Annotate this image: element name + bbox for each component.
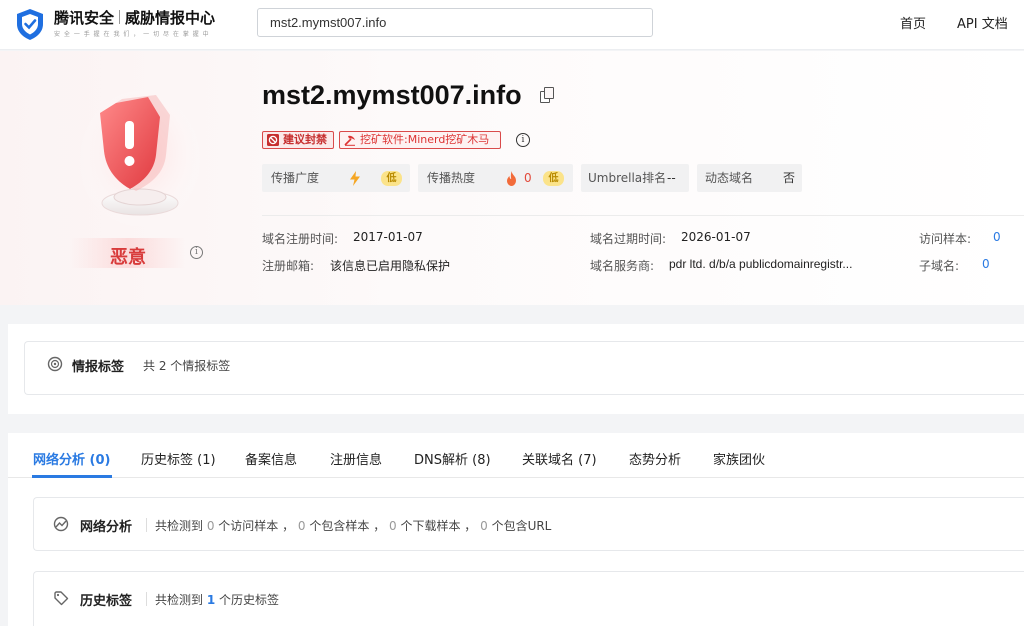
dynamic-domain-value: 否: [783, 171, 796, 185]
expire-time-label: 域名过期时间:: [590, 232, 667, 246]
dynamic-domain-label: 动态域名: [705, 171, 754, 185]
tab-dns-resolution[interactable]: DNS解析 (8): [414, 449, 491, 468]
domain-summary-panel: 恶意 i mst2.mymst007.info 建议封禁 挖矿软件:Minerd…: [0, 51, 1024, 305]
shield-logo-icon: [17, 9, 43, 40]
logo-name: 腾讯安全: [54, 9, 115, 27]
ban-icon: [267, 134, 279, 146]
logo-product: 威胁情报中心: [125, 9, 216, 27]
subdomain-label: 子域名:: [919, 259, 960, 273]
dynamic-domain-metric: 动态域名 否: [697, 164, 802, 192]
network-analysis-title: 网络分析: [80, 520, 133, 535]
visit-sample-label: 访问样本:: [919, 232, 972, 246]
contain-sample-num: 0: [297, 519, 306, 533]
nav-api-docs-link[interactable]: API 文档: [957, 13, 1008, 32]
block-recommend-label: 建议封禁: [283, 133, 327, 146]
history-tags-title: 历史标签: [80, 594, 133, 609]
malicious-shield-icon: [80, 91, 200, 231]
domain-title: mst2.mymst007.info: [262, 80, 522, 110]
umbrella-rank-value: --: [667, 171, 676, 185]
summary-text: 个包含样本 ，: [305, 519, 390, 533]
verdict-label: 恶意: [110, 247, 146, 268]
intel-tags-count: 共 2 个情报标签: [143, 359, 231, 373]
summary-text: 个包含URL: [487, 519, 552, 533]
reg-email-value: 该信息已启用隐私保护: [330, 259, 451, 273]
network-analysis-card: 网络分析 共检测到 0 个访问样本 ， 0 个包含样本 ， 0 个下载样本 ， …: [33, 497, 1024, 551]
flame-icon: [507, 171, 516, 186]
umbrella-rank-metric: Umbrella排名 --: [581, 164, 689, 192]
spread-breadth-metric: 传播广度 低: [262, 164, 410, 192]
tab-trend-analysis[interactable]: 态势分析: [629, 449, 681, 468]
tab-filing-info[interactable]: 备案信息: [245, 449, 297, 468]
summary-text: 个下载样本 ，: [396, 519, 481, 533]
malware-family-tag[interactable]: 挖矿软件:Minerd挖矿木马: [339, 131, 501, 149]
nav-home-link[interactable]: 首页: [900, 13, 926, 32]
tencent-security-logo[interactable]: 腾讯安全 威胁情报中心 安 全 一 手 握 在 我 们 ， 一 切 尽 在 掌 握…: [14, 5, 224, 41]
summary-text: 个历史标签: [215, 593, 280, 607]
mining-icon: [344, 135, 355, 146]
reg-time-value: 2017-01-07: [353, 230, 423, 244]
expire-time-value: 2026-01-07: [681, 230, 751, 244]
heat-level-badge: 低: [543, 171, 564, 186]
summary-text: 共检测到: [155, 519, 207, 533]
tab-registration-info[interactable]: 注册信息: [330, 449, 382, 468]
title-divider: [146, 592, 147, 606]
network-analysis-summary: 共检测到 0 个访问样本 ， 0 个包含样本 ， 0 个下载样本 ， 0 个包含…: [155, 517, 551, 534]
lightning-icon: [350, 171, 360, 186]
search-input[interactable]: mst2.mymst007.info: [257, 8, 653, 37]
copy-icon[interactable]: [540, 87, 555, 103]
spread-heat-metric: 传播热度 0 低: [418, 164, 573, 192]
block-recommend-tag: 建议封禁: [262, 131, 334, 149]
active-tab-indicator: [32, 475, 112, 478]
logo-title: 腾讯安全 威胁情报中心: [54, 7, 215, 28]
spread-heat-label: 传播热度: [427, 171, 476, 185]
history-tags-card: 历史标签 共检测到 1 个历史标签: [33, 571, 1024, 626]
intel-radar-icon: [47, 356, 63, 372]
history-tag-num[interactable]: 1: [207, 593, 215, 607]
registrar-label: 域名服务商:: [590, 259, 655, 273]
subdomain-count[interactable]: 0: [982, 257, 990, 271]
malware-family-label: 挖矿软件:Minerd挖矿木马: [360, 133, 490, 146]
verdict-badge: 恶意: [70, 238, 186, 268]
title-divider: [146, 518, 147, 532]
summary-divider: [262, 215, 1024, 216]
top-header: 腾讯安全 威胁情报中心 安 全 一 手 握 在 我 们 ， 一 切 尽 在 掌 握…: [0, 0, 1024, 50]
summary-text: 共检测到: [155, 593, 207, 607]
heat-count: 0: [524, 171, 532, 185]
history-tags-summary: 共检测到 1 个历史标签: [155, 591, 279, 608]
tab-history-tags[interactable]: 历史标签 (1): [141, 449, 216, 468]
intel-tags-card: 情报标签 共 2 个情报标签: [24, 341, 1024, 395]
logo-separator: [119, 10, 121, 24]
tag-info-icon[interactable]: i: [516, 133, 530, 147]
intel-tags-title: 情报标签: [72, 360, 125, 375]
reg-time-label: 域名注册时间:: [262, 232, 339, 246]
logo-slogan: 安 全 一 手 握 在 我 们 ， 一 切 尽 在 掌 握 中: [54, 31, 210, 38]
spread-breadth-label: 传播广度: [271, 171, 320, 185]
summary-text: 个访问样本 ，: [214, 519, 298, 533]
verdict-info-icon[interactable]: i: [190, 246, 203, 259]
tab-family-gangs[interactable]: 家族团伙: [713, 449, 765, 468]
tab-related-domains[interactable]: 关联域名 (7): [522, 449, 597, 468]
contain-url-num: 0: [480, 519, 488, 533]
visit-sample-count[interactable]: 0: [993, 230, 1001, 244]
network-icon: [53, 516, 69, 532]
umbrella-rank-label: Umbrella排名: [588, 171, 667, 185]
registrar-value: pdr ltd. d/b/a publicdomainregistr...: [669, 257, 853, 271]
spread-level-badge: 低: [381, 171, 402, 186]
analysis-tab-bar: 网络分析 (0) 历史标签 (1) 备案信息 注册信息 DNS解析 (8) 关联…: [8, 433, 1024, 478]
download-sample-num: 0: [389, 519, 397, 533]
tab-network-analysis[interactable]: 网络分析 (0): [33, 449, 110, 468]
tag-icon: [54, 591, 69, 606]
reg-email-label: 注册邮箱:: [262, 259, 315, 273]
